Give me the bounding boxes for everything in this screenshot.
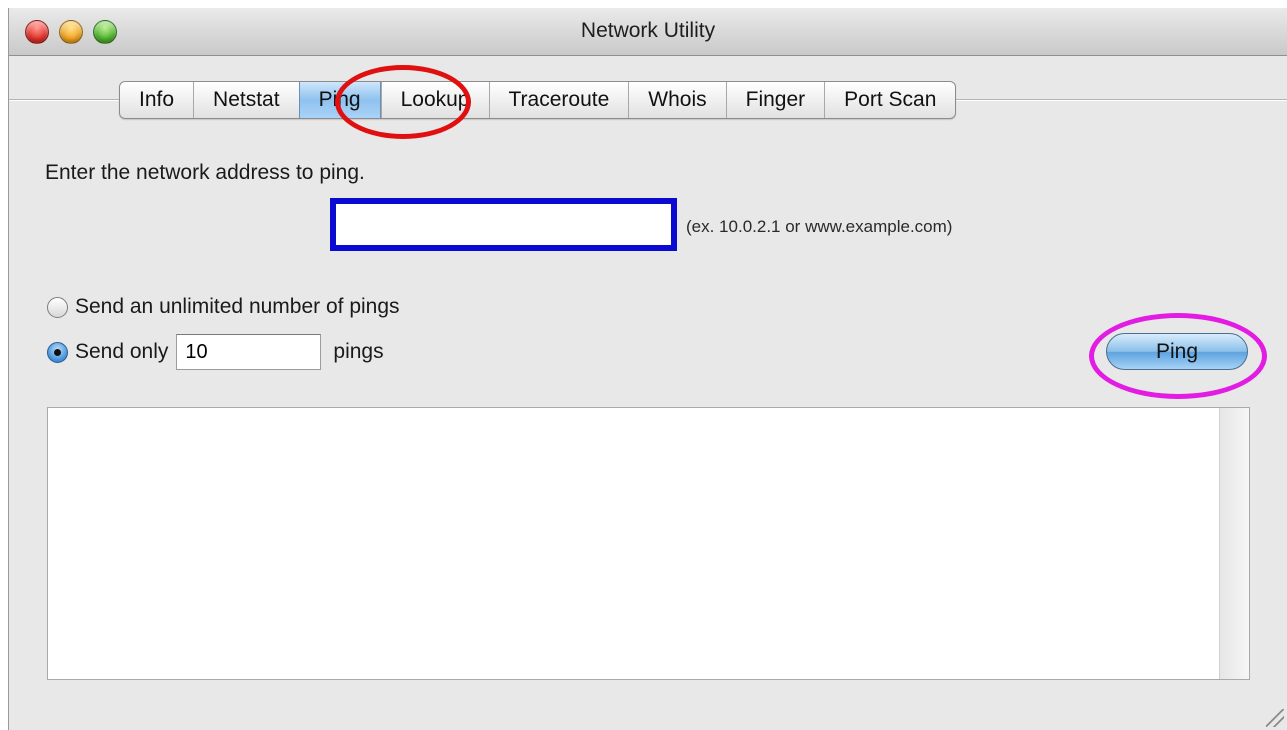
tab-whois[interactable]: Whois — [628, 82, 725, 118]
network-utility-window: Network Utility Info Netstat Ping Lookup… — [8, 8, 1287, 730]
tab-ping[interactable]: Ping — [298, 82, 381, 118]
network-address-input[interactable] — [330, 198, 677, 251]
tab-netstat[interactable]: Netstat — [193, 82, 299, 118]
tab-bar: Info Netstat Ping Lookup Traceroute Whoi… — [119, 81, 957, 119]
unlimited-pings-label: Send an unlimited number of pings — [75, 295, 400, 318]
send-only-label: Send only — [75, 340, 169, 363]
tab-port-scan[interactable]: Port Scan — [824, 82, 955, 118]
address-example-hint: (ex. 10.0.2.1 or www.example.com) — [686, 217, 953, 236]
ping-output-area[interactable] — [47, 407, 1250, 680]
resize-grip-icon[interactable] — [1266, 709, 1284, 727]
pings-suffix-label: pings — [333, 340, 384, 363]
tab-info[interactable]: Info — [120, 82, 193, 118]
title-bar[interactable]: Network Utility — [9, 8, 1287, 56]
ping-button[interactable]: Ping — [1106, 333, 1248, 370]
ping-count-input[interactable] — [176, 334, 322, 370]
output-scrollbar[interactable] — [1219, 408, 1249, 679]
unlimited-pings-option: Send an unlimited number of pings — [47, 295, 400, 319]
limited-pings-option: Send only pings — [47, 334, 384, 370]
tab-lookup[interactable]: Lookup — [380, 82, 489, 118]
window-title: Network Utility — [580, 19, 716, 42]
address-prompt-label: Enter the network address to ping. — [45, 161, 365, 184]
send-only-radio[interactable] — [47, 341, 68, 363]
unlimited-pings-radio[interactable] — [47, 296, 68, 318]
tab-finger[interactable]: Finger — [725, 82, 825, 118]
tab-traceroute[interactable]: Traceroute — [488, 82, 629, 118]
